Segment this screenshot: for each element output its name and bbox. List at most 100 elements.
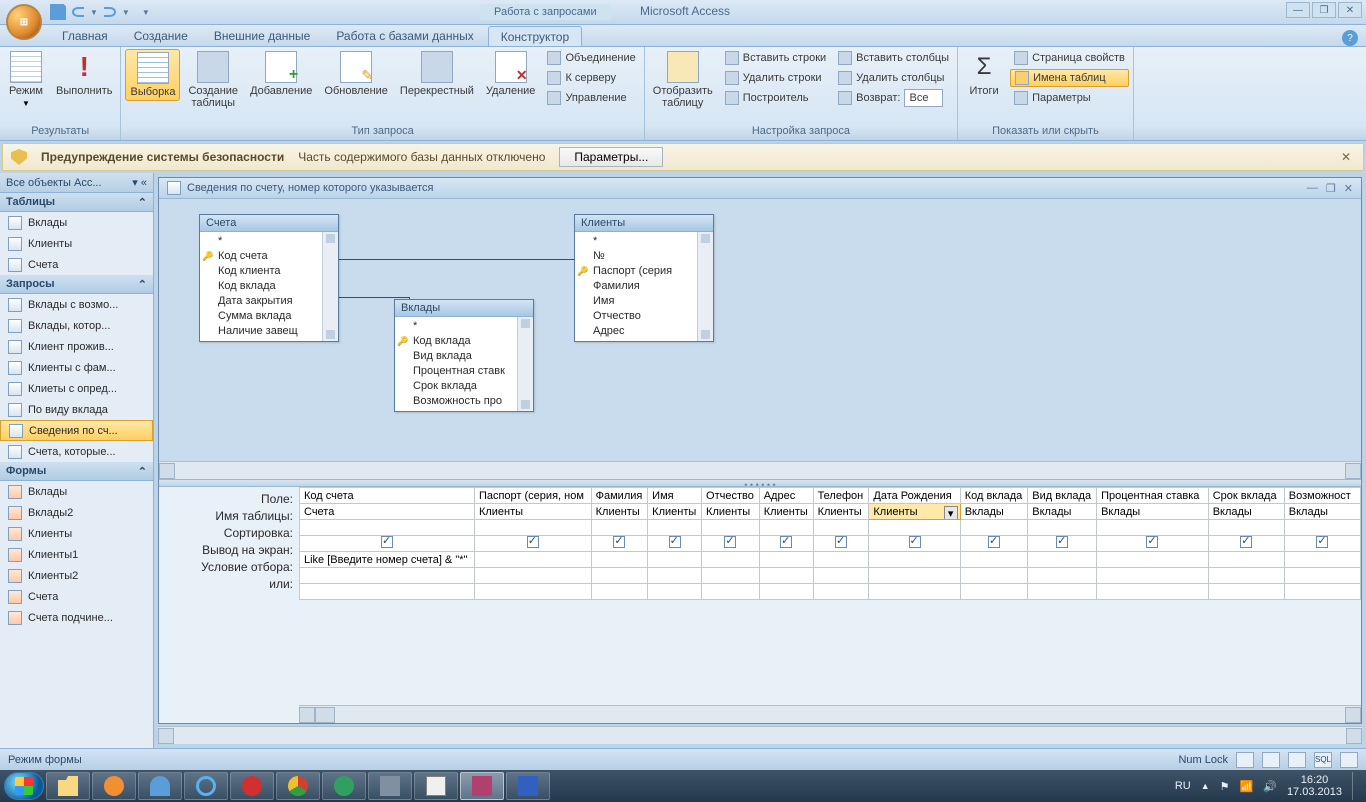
nav-query-item[interactable]: По виду вклада [0, 399, 153, 420]
grid-cell[interactable] [702, 520, 760, 536]
grid-cell[interactable]: Клиенты [702, 504, 760, 520]
checkbox[interactable] [381, 536, 393, 548]
tab-create[interactable]: Создание [122, 26, 200, 46]
grid-cell[interactable]: Клиенты▾ [869, 504, 960, 520]
grid-cell[interactable] [474, 552, 591, 568]
checkbox[interactable] [724, 536, 736, 548]
grid-cell[interactable] [474, 568, 591, 584]
nav-query-item[interactable]: Счета, которые... [0, 441, 153, 462]
collapse-icon[interactable]: ⌃ [138, 465, 147, 478]
nav-form-item[interactable]: Вклады [0, 481, 153, 502]
passthrough-button[interactable]: К серверу [543, 69, 639, 87]
security-options-button[interactable]: Параметры... [559, 147, 663, 167]
showtable-button[interactable]: Отобразить таблицу [649, 49, 717, 111]
return-combo[interactable]: Возврат: Все [834, 89, 953, 107]
scroll-left-icon[interactable] [299, 707, 315, 723]
update-button[interactable]: ✎Обновление [320, 49, 392, 99]
start-button[interactable] [4, 772, 44, 800]
grid-cell[interactable] [960, 520, 1028, 536]
taskbar-doc1[interactable] [414, 772, 458, 800]
grid-cell[interactable] [300, 536, 475, 552]
grid-cell[interactable] [960, 584, 1028, 600]
grid-cell[interactable]: Клиенты [813, 504, 869, 520]
grid-cell[interactable] [1208, 568, 1284, 584]
nav-form-item[interactable]: Клиенты [0, 523, 153, 544]
grid-cell[interactable] [702, 584, 760, 600]
grid-cell[interactable] [1284, 568, 1360, 584]
tablenames-button[interactable]: Имена таблиц [1010, 69, 1129, 87]
grid-cell[interactable] [869, 520, 960, 536]
grid-cell[interactable] [759, 520, 813, 536]
show-desktop-button[interactable] [1352, 772, 1362, 800]
nav-query-item[interactable]: Вклады с возмо... [0, 294, 153, 315]
volume-icon[interactable]: 🔊 [1263, 780, 1277, 793]
grid-cell[interactable] [759, 536, 813, 552]
grid-cell[interactable] [702, 536, 760, 552]
grid-cell[interactable] [1097, 520, 1209, 536]
grid-cell[interactable] [813, 568, 869, 584]
grid-cell[interactable]: Код вклада [960, 488, 1028, 504]
help-icon[interactable]: ? [1342, 30, 1358, 46]
grid-cell[interactable]: Счета [300, 504, 475, 520]
grid-cell[interactable] [1097, 584, 1209, 600]
grid-cell[interactable] [1208, 584, 1284, 600]
scroll-left-icon[interactable] [159, 463, 175, 479]
grid-cell[interactable] [1097, 552, 1209, 568]
grid-cell[interactable] [759, 552, 813, 568]
return-value[interactable]: Все [904, 89, 943, 107]
append-button[interactable]: +Добавление [246, 49, 316, 99]
grid-cell[interactable]: Клиенты [759, 504, 813, 520]
nav-form-item[interactable]: Клиенты2 [0, 565, 153, 586]
scroll-thumb[interactable] [315, 707, 335, 723]
taskbar-opera[interactable] [230, 772, 274, 800]
undo-icon[interactable] [72, 7, 84, 17]
delete-button[interactable]: ✕Удаление [482, 49, 540, 99]
nav-group-tables[interactable]: Таблицы⌃ [0, 193, 153, 212]
totals-button[interactable]: ΣИтоги [962, 49, 1006, 99]
nav-form-item[interactable]: Клиенты1 [0, 544, 153, 565]
grid-cell[interactable] [648, 520, 702, 536]
taskbar-explorer[interactable] [46, 772, 90, 800]
office-button[interactable]: ⊞ [6, 4, 42, 40]
grid-cell[interactable]: Вклады [1284, 504, 1360, 520]
view-sql-icon[interactable]: SQL [1314, 752, 1332, 768]
grid-cell[interactable] [300, 568, 475, 584]
nav-query-item[interactable]: Вклады, котор... [0, 315, 153, 336]
maximize-button[interactable]: ❐ [1312, 2, 1336, 18]
collapse-icon[interactable]: ⌃ [138, 196, 147, 209]
scroll-right-icon[interactable] [1346, 728, 1362, 744]
checkbox[interactable] [1056, 536, 1068, 548]
grid-cell[interactable] [813, 552, 869, 568]
doc-minimize-icon[interactable]: — [1307, 182, 1318, 195]
grid-hscroll[interactable] [299, 705, 1361, 723]
redo-icon[interactable] [104, 7, 116, 17]
checkbox[interactable] [835, 536, 847, 548]
clock[interactable]: 16:20 17.03.2013 [1287, 774, 1342, 798]
grid-cell[interactable] [591, 584, 648, 600]
grid-cell[interactable] [960, 568, 1028, 584]
select-query-button[interactable]: Выборка [125, 49, 180, 101]
doc-restore-icon[interactable]: ❐ [1326, 182, 1336, 195]
collapse-icon[interactable]: ⌃ [138, 278, 147, 291]
grid-cell[interactable] [1028, 536, 1097, 552]
doc-close-icon[interactable]: ✕ [1344, 182, 1353, 195]
grid-cell[interactable]: Имя [648, 488, 702, 504]
tab-external[interactable]: Внешние данные [202, 26, 323, 46]
grid-cell[interactable]: Паспорт (серия, ном [474, 488, 591, 504]
crosstab-button[interactable]: Перекрестный [396, 49, 478, 99]
grid-cell[interactable]: Возможност [1284, 488, 1360, 504]
grid-cell[interactable]: Дата Рождения [869, 488, 960, 504]
grid-cell[interactable]: Клиенты [591, 504, 648, 520]
diagram-table-klienty[interactable]: Клиенты * № Паспорт (серия Фамилия Имя О… [574, 214, 714, 342]
grid-cell[interactable] [1284, 536, 1360, 552]
insert-rows-button[interactable]: Вставить строки [721, 49, 830, 67]
nav-query-item[interactable]: Клиенты с фам... [0, 357, 153, 378]
tab-design[interactable]: Конструктор [488, 26, 582, 46]
grid-cell[interactable]: Вклады [1208, 504, 1284, 520]
grid-cell[interactable]: Клиенты [474, 504, 591, 520]
grid-cell[interactable] [1284, 552, 1360, 568]
grid-cell[interactable] [1097, 536, 1209, 552]
grid-cell[interactable] [702, 552, 760, 568]
grid-cell[interactable] [759, 584, 813, 600]
network-icon[interactable]: 📶 [1240, 780, 1254, 793]
